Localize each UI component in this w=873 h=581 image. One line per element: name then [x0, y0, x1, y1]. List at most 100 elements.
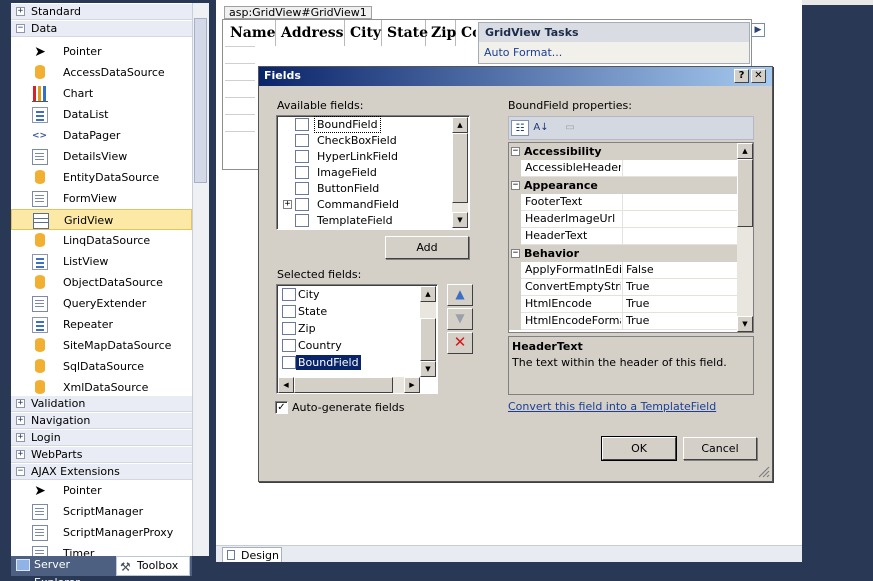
help-button[interactable]: ?: [734, 69, 749, 83]
toolbox-item-pointer[interactable]: ➤ Pointer: [11, 480, 192, 501]
property-row[interactable]: HtmlEncode True: [509, 296, 737, 313]
property-pages-icon[interactable]: ▭: [561, 120, 579, 136]
toolbox-item-repeater[interactable]: Repeater: [11, 314, 192, 335]
toolbox-scrollbar-thumb[interactable]: [194, 18, 207, 183]
available-field-item[interactable]: ButtonField: [295, 181, 445, 197]
alphabetical-sort-icon[interactable]: A↓: [532, 120, 550, 136]
selected-scroll-up-button[interactable]: ▲: [420, 286, 436, 302]
toolbox-item-scriptmanager[interactable]: ScriptManager: [11, 501, 192, 522]
selected-scroll-thumb[interactable]: [420, 318, 436, 361]
expand-toggle-icon[interactable]: +: [16, 416, 25, 425]
toolbox-category-ajax-extensions[interactable]: − AJAX Extensions: [11, 464, 192, 480]
selected-scroll-left-button[interactable]: ◀: [278, 377, 294, 393]
tab-toolbox[interactable]: ⚒ Toolbox: [116, 556, 190, 576]
categorized-view-icon[interactable]: ☷: [511, 120, 529, 136]
selected-hscroll-thumb[interactable]: [294, 377, 393, 393]
property-row[interactable]: HtmlEncodeFormatS True: [509, 313, 737, 330]
dialog-title-bar[interactable]: [259, 67, 772, 86]
available-scroll-up-button[interactable]: ▲: [452, 117, 468, 133]
toolbox-item-datapager[interactable]: <> DataPager: [11, 125, 192, 146]
close-button[interactable]: ✕: [751, 69, 766, 83]
move-down-button[interactable]: ▼: [447, 308, 473, 330]
property-category[interactable]: − Behavior: [509, 245, 737, 262]
auto-format-link[interactable]: Auto Format...: [484, 46, 562, 59]
expand-toggle-icon[interactable]: +: [16, 433, 25, 442]
property-row[interactable]: HeaderImageUrl: [509, 211, 737, 228]
expand-toggle-icon[interactable]: +: [16, 399, 25, 408]
toolbox-item-entitydatasource[interactable]: EntityDataSource: [11, 167, 192, 188]
selected-field-item[interactable]: Country: [282, 338, 412, 354]
toolbox-item-queryextender[interactable]: QueryExtender: [11, 293, 192, 314]
toolbox-item-linqdatasource[interactable]: LinqDataSource: [11, 230, 192, 251]
convert-to-templatefield-link[interactable]: Convert this field into a TemplateField: [508, 400, 716, 413]
selected-scroll-down-button[interactable]: ▼: [420, 361, 436, 377]
resize-grip-icon[interactable]: [758, 466, 770, 478]
property-row[interactable]: HeaderText: [509, 228, 737, 245]
available-field-item[interactable]: CheckBoxField: [295, 133, 445, 149]
expand-toggle-icon[interactable]: +: [16, 7, 25, 16]
toolbox-category-webparts[interactable]: + WebParts: [11, 447, 192, 463]
collapse-toggle-icon[interactable]: −: [511, 249, 520, 258]
expand-toggle-icon[interactable]: −: [16, 24, 25, 33]
toolbox-item-xmldatasource[interactable]: XmlDataSource: [11, 377, 192, 398]
toolbox-category-login[interactable]: + Login: [11, 430, 192, 446]
selected-scroll-right-button[interactable]: ▶: [404, 377, 420, 393]
toolbox-item-scriptmanagerproxy[interactable]: ScriptManagerProxy: [11, 522, 192, 543]
toolbox-item-gridview[interactable]: GridView: [11, 209, 192, 230]
available-field-item[interactable]: + CommandField: [283, 197, 445, 213]
toolbox-item-sitemapdatasource[interactable]: SiteMapDataSource: [11, 335, 192, 356]
expand-toggle-icon[interactable]: +: [16, 450, 25, 459]
selected-field-item[interactable]: City: [282, 287, 412, 303]
available-scroll-thumb[interactable]: [452, 133, 468, 203]
toolbox-item-pointer[interactable]: ➤ Pointer: [11, 41, 192, 62]
available-field-item[interactable]: ImageField: [295, 165, 445, 181]
expand-toggle-icon[interactable]: +: [283, 200, 292, 209]
toolbox-item-datalist[interactable]: DataList: [11, 104, 192, 125]
toolbox-category-standard[interactable]: + Standard: [11, 4, 192, 20]
toolbox-item-objectdatasource[interactable]: ObjectDataSource: [11, 272, 192, 293]
selected-field-item[interactable]: State: [282, 304, 412, 320]
toolbox-item-formview[interactable]: FormView: [11, 188, 192, 209]
ok-button[interactable]: OK: [601, 436, 677, 461]
toolbox-item-timer[interactable]: Timer: [11, 543, 192, 556]
toolbox-category-navigation[interactable]: + Navigation: [11, 413, 192, 429]
available-field-item[interactable]: BoundField: [295, 116, 445, 133]
bar-chart-icon: [32, 86, 48, 102]
smart-tag-arrow-icon[interactable]: ▶: [751, 23, 765, 37]
tab-server-explorer[interactable]: Server Explorer: [13, 556, 117, 581]
cancel-button[interactable]: Cancel: [683, 437, 757, 460]
toolbox-item-listview[interactable]: ListView: [11, 251, 192, 272]
toolbox-item-accessdatasource[interactable]: AccessDataSource: [11, 62, 192, 83]
available-scroll-down-button[interactable]: ▼: [452, 212, 468, 228]
collapse-toggle-icon[interactable]: −: [511, 181, 520, 190]
property-category[interactable]: − Appearance: [509, 177, 737, 194]
add-button[interactable]: Add: [385, 236, 469, 259]
property-scroll-thumb[interactable]: [737, 159, 753, 227]
toolbox-category-data[interactable]: − Data: [11, 21, 192, 37]
toolbox-category-validation[interactable]: + Validation: [11, 396, 192, 412]
auto-generate-checkbox[interactable]: ✓: [275, 401, 288, 414]
property-value[interactable]: True: [626, 296, 649, 312]
toolbox-item-label: SiteMapDataSource: [63, 339, 172, 352]
property-value[interactable]: True: [626, 279, 649, 295]
property-category[interactable]: − Accessibility: [509, 143, 737, 160]
property-row[interactable]: ApplyFormatInEditM False: [509, 262, 737, 279]
property-value[interactable]: False: [626, 262, 654, 278]
property-row[interactable]: AccessibleHeaderTe: [509, 160, 737, 177]
property-scroll-up-button[interactable]: ▲: [737, 143, 753, 159]
available-field-item[interactable]: HyperLinkField: [295, 149, 445, 165]
property-scroll-down-button[interactable]: ▼: [737, 316, 753, 332]
property-row[interactable]: ConvertEmptyString True: [509, 279, 737, 296]
toolbox-item-chart[interactable]: Chart: [11, 83, 192, 104]
toolbox-item-detailsview[interactable]: DetailsView: [11, 146, 192, 167]
collapse-toggle-icon[interactable]: −: [511, 147, 520, 156]
available-field-item[interactable]: TemplateField: [295, 213, 445, 229]
property-row[interactable]: FooterText: [509, 194, 737, 211]
expand-toggle-icon[interactable]: −: [16, 467, 25, 476]
toolbox-item-sqldatasource[interactable]: SqlDataSource: [11, 356, 192, 377]
delete-field-button[interactable]: ✕: [447, 332, 473, 354]
selected-field-item[interactable]: BoundField: [282, 355, 412, 371]
selected-field-item[interactable]: Zip: [282, 321, 412, 337]
property-value[interactable]: True: [626, 313, 649, 329]
move-up-button[interactable]: ▲: [447, 284, 473, 306]
